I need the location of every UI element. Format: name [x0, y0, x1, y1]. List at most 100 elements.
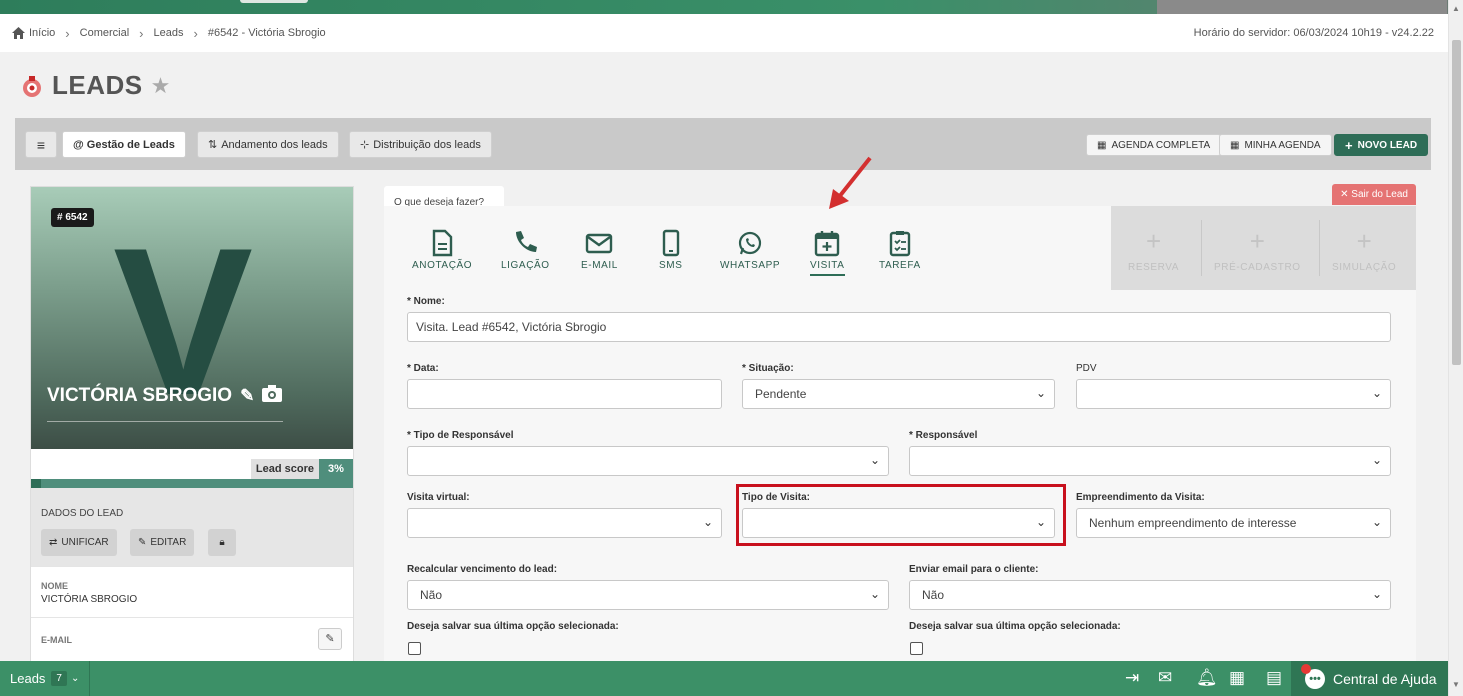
tab-andamento-dos-leads[interactable]: ⇅ Andamento dos leads	[197, 131, 339, 158]
breadcrumb-item-current: #6542 - Victória Sbrogio	[207, 27, 326, 39]
situacao-select[interactable]: Pendente ⌄	[742, 379, 1055, 409]
chevron-down-icon: ⌄	[869, 587, 880, 601]
unificar-button[interactable]: ⇄ UNIFICAR	[41, 529, 117, 556]
plus-icon: +	[1249, 226, 1265, 256]
minha-agenda-label: MINHA AGENDA	[1244, 139, 1321, 151]
responsavel-label: * Responsável	[909, 430, 978, 441]
mail-star-icon[interactable]: ✉	[1158, 668, 1172, 688]
lock-button[interactable]: 🔒︎	[208, 529, 236, 556]
salvar-opcao-checkbox-1[interactable]	[408, 642, 421, 655]
breadcrumb-item-comercial[interactable]: Comercial	[80, 27, 130, 39]
scrollbar-thumb[interactable]	[1452, 40, 1461, 365]
tab-gestao-de-leads[interactable]: @ Gestão de Leads	[62, 131, 186, 158]
favorite-star-icon[interactable]: ★	[151, 73, 171, 99]
action-tarefa[interactable]: TAREFA	[879, 228, 921, 271]
calendar-plus-icon	[815, 231, 840, 257]
calculator-icon[interactable]: ▤	[1266, 668, 1282, 688]
chevron-down-icon: ⌄	[1371, 515, 1382, 529]
breadcrumb-item-leads[interactable]: Leads	[154, 27, 184, 39]
tab-distribuicao-dos-leads[interactable]: ⊹ Distribuição dos leads	[349, 131, 492, 158]
data-input[interactable]	[407, 379, 722, 409]
page-title: LEADS	[52, 70, 143, 100]
action-visita[interactable]: VISITA	[810, 228, 845, 276]
central-de-ajuda-button[interactable]: ••• Central de Ajuda	[1291, 661, 1448, 696]
sort-icon: ⇅	[208, 139, 218, 151]
calendar-icon: ▦	[1097, 139, 1107, 151]
page-scrollbar[interactable]: ▲ ▼	[1448, 0, 1463, 696]
breadcrumb-chevron-icon: ›	[139, 25, 144, 41]
divider	[89, 661, 90, 696]
page-header: LEADS ★	[20, 70, 170, 101]
salvar-opcao-label-2: Deseja salvar sua última opção seleciona…	[909, 621, 1121, 632]
novo-lead-button[interactable]: + NOVO LEAD	[1334, 134, 1429, 156]
action-pre-cadastro-label: PRÉ-CADASTRO	[1214, 262, 1301, 273]
scroll-up-icon[interactable]: ▲	[1452, 4, 1460, 13]
divider	[1201, 220, 1202, 276]
activity-panel: O que deseja fazer? ✕ Sair do Lead ANOTA…	[384, 184, 1416, 666]
action-sms-label: SMS	[659, 260, 683, 271]
action-ligacao[interactable]: LIGAÇÃO	[501, 228, 550, 271]
recalcular-select[interactable]: Não ⌄	[407, 580, 889, 610]
leads-count: 7	[51, 671, 67, 686]
empreendimento-value: Nenhum empreendimento de interesse	[1089, 516, 1297, 530]
field-nome-label: NOME	[41, 581, 68, 591]
nome-input[interactable]: Visita. Lead #6542, Victória Sbrogio	[407, 312, 1391, 342]
agenda-completa-button[interactable]: ▦ AGENDA COMPLETA	[1086, 134, 1222, 156]
note-icon	[432, 229, 453, 257]
minha-agenda-button[interactable]: ▦ MINHA AGENDA	[1219, 134, 1332, 156]
calendar-icon[interactable]: ▦	[1229, 668, 1245, 688]
nome-label: * Nome:	[407, 296, 445, 307]
sair-do-lead-button[interactable]: ✕ Sair do Lead	[1332, 184, 1416, 205]
action-anotacao[interactable]: ANOTAÇÃO	[412, 228, 472, 271]
edit-email-button[interactable]: ✎	[318, 628, 342, 650]
name-divider	[47, 421, 283, 422]
empreendimento-select[interactable]: Nenhum empreendimento de interesse ⌄	[1076, 508, 1391, 538]
action-whatsapp[interactable]: WHATSAPP	[720, 228, 780, 271]
pdv-select[interactable]: ⌄	[1076, 379, 1391, 409]
menu-toggle-button[interactable]: ≡	[25, 131, 57, 158]
chevron-down-icon: ⌄	[1035, 386, 1046, 400]
field-email-label: E-MAIL	[41, 635, 72, 645]
responsavel-select[interactable]: ⌄	[909, 446, 1391, 476]
leads-dropdown[interactable]: Leads 7 ⌄	[10, 671, 79, 686]
sair-label: Sair do Lead	[1351, 189, 1408, 200]
action-email[interactable]: E-MAIL	[581, 228, 618, 271]
main-toolbar: ≡ @ Gestão de Leads ⇅ Andamento dos leads…	[15, 118, 1431, 170]
server-time: Horário do servidor: 06/03/2024 10h19 - …	[1193, 27, 1434, 39]
chevron-down-icon: ⌄	[70, 673, 80, 684]
tipo-responsavel-select[interactable]: ⌄	[407, 446, 889, 476]
recalcular-label: Recalcular vencimento do lead:	[407, 564, 558, 575]
visita-virtual-select[interactable]: ⌄	[407, 508, 722, 538]
lead-data-section: DADOS DO LEAD ⇄ UNIFICAR ✎ EDITAR 🔒︎	[31, 488, 353, 566]
action-whatsapp-label: WHATSAPP	[720, 260, 781, 271]
lead-profile-card: V # 6542 VICTÓRIA SBROGIO ✎ Lead score 3…	[30, 186, 354, 667]
leads-logo-icon	[23, 75, 41, 97]
camera-icon[interactable]	[262, 385, 283, 407]
clipboard-check-icon	[889, 231, 911, 257]
editar-button[interactable]: ✎ EDITAR	[130, 529, 195, 556]
salvar-opcao-checkbox-2[interactable]	[910, 642, 923, 655]
tab-distribuicao-label: Distribuição dos leads	[373, 138, 481, 151]
chevron-down-icon: ⌄	[702, 515, 713, 529]
breadcrumb-home-label[interactable]: Início	[29, 27, 55, 39]
situacao-value: Pendente	[755, 387, 807, 401]
enviar-email-label: Enviar email para o cliente:	[909, 564, 1039, 575]
bell-icon[interactable]: 🔔︎	[1196, 668, 1218, 688]
action-sms[interactable]: SMS	[659, 228, 682, 271]
novo-lead-label: NOVO LEAD	[1357, 139, 1418, 151]
lead-id-badge: # 6542	[51, 208, 94, 227]
tab-andamento-label: Andamento dos leads	[221, 138, 328, 151]
scroll-down-icon[interactable]: ▼	[1452, 680, 1460, 689]
enviar-email-select[interactable]: Não ⌄	[909, 580, 1391, 610]
agenda-completa-label: AGENDA COMPLETA	[1111, 139, 1211, 151]
lead-name-row: VICTÓRIA SBROGIO ✎	[47, 385, 283, 407]
action-ligacao-label: LIGAÇÃO	[501, 260, 550, 271]
tipo-visita-highlight	[736, 484, 1066, 546]
bottom-bar: Leads 7 ⌄ ⇥ ✉ 🔔︎ ▦ ▤ ••• Central de Ajud…	[0, 661, 1448, 696]
top-header-strip	[0, 0, 1463, 14]
sign-in-icon[interactable]: ⇥	[1125, 668, 1139, 688]
breadcrumb-home[interactable]: Início	[12, 27, 55, 39]
action-simulacao: + SIMULAÇÃO	[1332, 226, 1396, 273]
pencil-icon[interactable]: ✎	[240, 386, 254, 406]
plus-icon: +	[1345, 137, 1353, 153]
